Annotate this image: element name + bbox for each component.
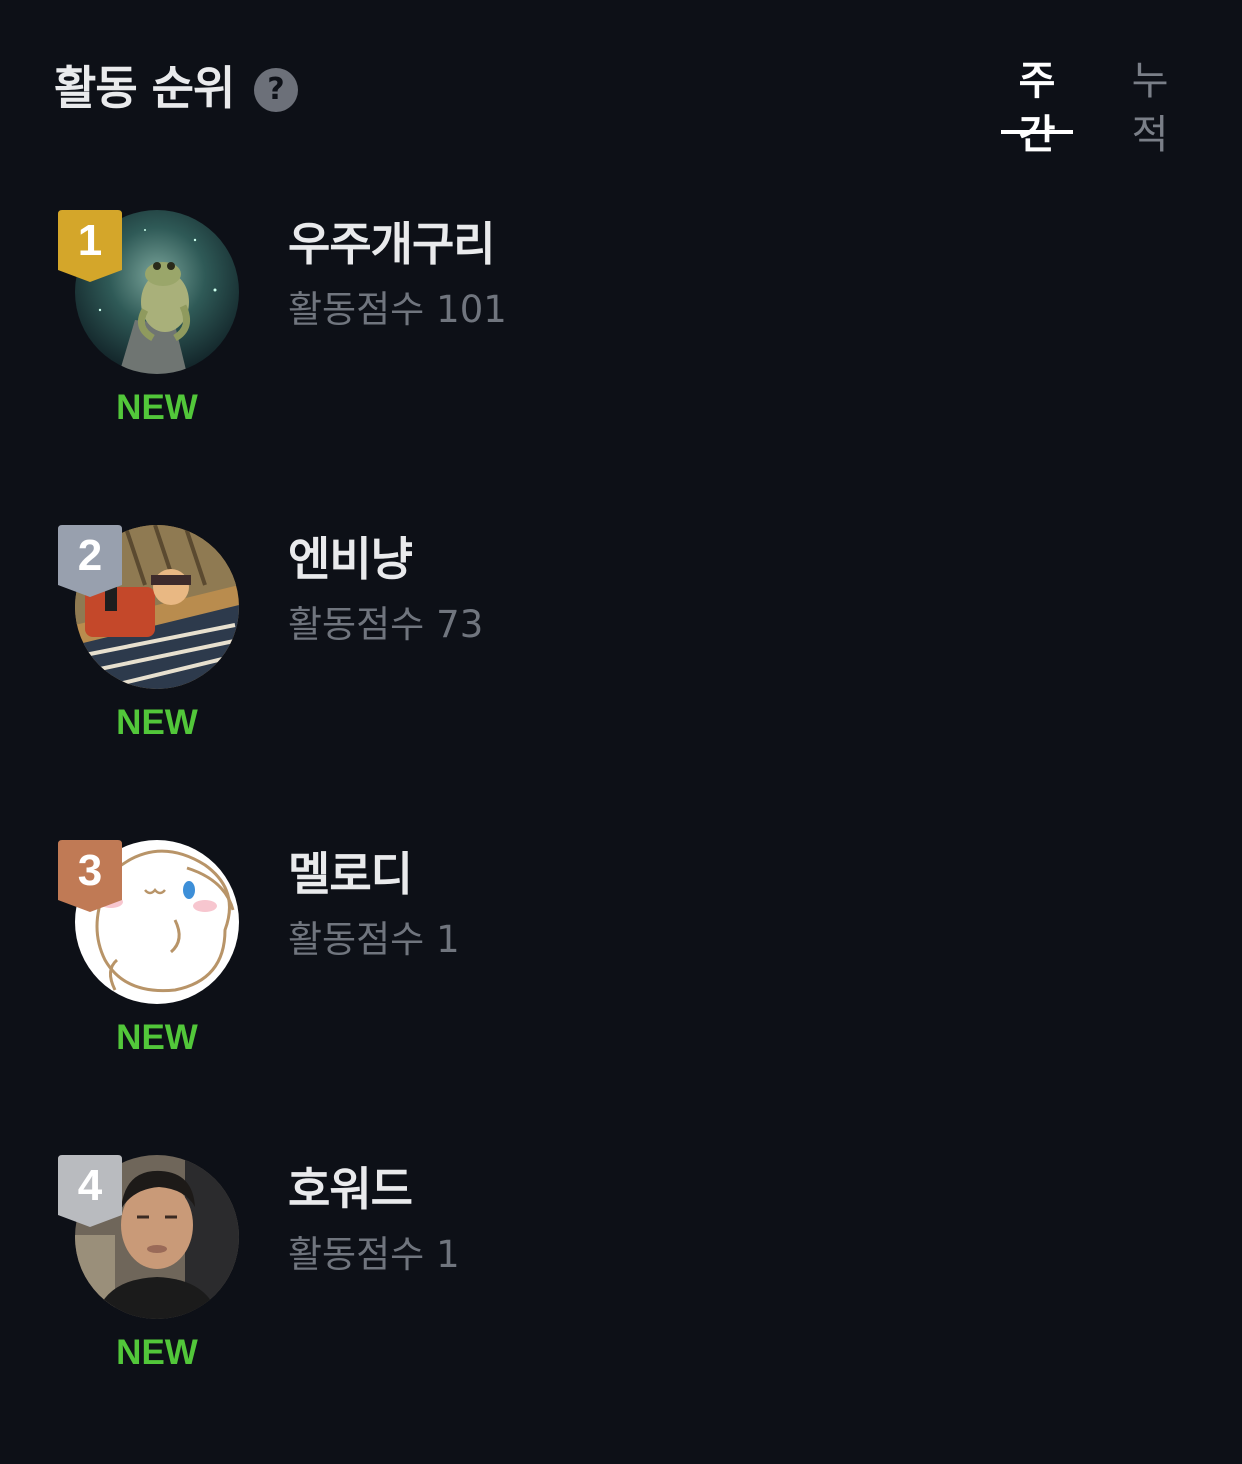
ranking-item[interactable]: 4 NEW 호워드 활동점수 1 (0, 1155, 1242, 1395)
activity-score: 활동점수 1 (288, 916, 460, 964)
nickname[interactable]: 호워드 (288, 1159, 413, 1219)
header: 활동 순위 ? 주간 누적 (0, 0, 1242, 158)
score-value: 1 (436, 1233, 460, 1276)
rank-badge: 4 (58, 1155, 122, 1227)
rank-number: 4 (77, 1161, 103, 1210)
score-label: 활동점수 (288, 918, 425, 961)
tab-active-indicator (1001, 130, 1073, 134)
score-label: 활동점수 (288, 1233, 425, 1276)
rank-badge: 3 (58, 840, 122, 912)
activity-score: 활동점수 101 (288, 286, 507, 334)
rank-number: 3 (77, 846, 103, 895)
status-badge: NEW (116, 1333, 198, 1372)
nickname[interactable]: 우주개구리 (288, 214, 496, 274)
help-icon[interactable]: ? (254, 68, 298, 112)
score-label: 활동점수 (288, 603, 425, 646)
rank-number: 2 (77, 531, 103, 580)
rank-number: 1 (77, 216, 103, 265)
score-label: 활동점수 (288, 288, 425, 331)
rank-badge: 1 (58, 210, 122, 282)
nickname[interactable]: 멜로디 (288, 844, 413, 904)
status-badge: NEW (116, 703, 198, 742)
ranking-item[interactable]: 2 NEW 엔비냥 활동점수 73 (0, 525, 1242, 765)
score-value: 1 (436, 918, 460, 961)
ranking-item[interactable]: 1 NEW 우주개구리 활동점수 101 (0, 210, 1242, 450)
tab-weekly[interactable]: 주간 (1001, 54, 1073, 162)
status-badge: NEW (116, 1018, 198, 1057)
page-title: 활동 순위 (54, 61, 235, 115)
nickname[interactable]: 엔비냥 (288, 529, 413, 589)
status-badge: NEW (116, 388, 198, 427)
activity-score: 활동점수 73 (288, 601, 483, 649)
ranking-item[interactable]: 3 NEW 멜로디 활동점수 1 (0, 840, 1242, 1080)
rank-badge: 2 (58, 525, 122, 597)
score-value: 101 (436, 288, 507, 331)
activity-score: 활동점수 1 (288, 1231, 460, 1279)
tab-total[interactable]: 누적 (1114, 54, 1186, 162)
score-value: 73 (436, 603, 484, 646)
